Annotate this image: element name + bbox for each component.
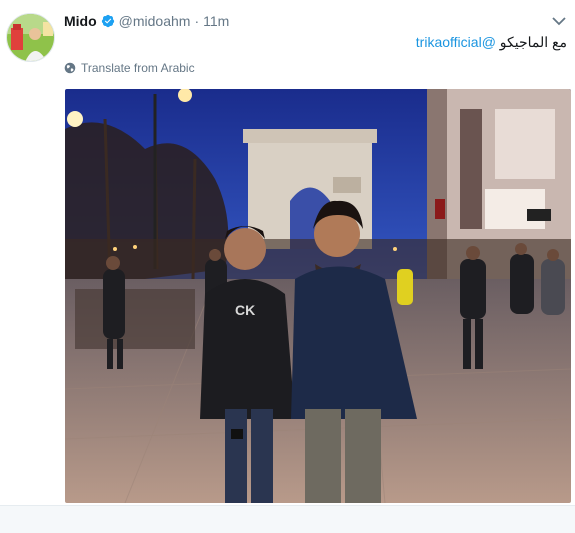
tweet-photo[interactable]: CK bbox=[65, 89, 571, 503]
tweet-text-arabic: مع الماجيكو bbox=[495, 34, 567, 50]
globe-icon bbox=[64, 62, 76, 74]
chevron-down-icon[interactable] bbox=[551, 14, 567, 28]
author-handle[interactable]: @midoahm bbox=[119, 13, 191, 29]
translate-label: Translate from Arabic bbox=[81, 61, 195, 75]
tweet-card[interactable]: Mido @midoahm · 11m مع الماجيكو @trikaof… bbox=[0, 0, 575, 505]
svg-text:CK: CK bbox=[235, 302, 255, 318]
tweet-header: Mido @midoahm · 11m bbox=[64, 12, 229, 30]
author-name[interactable]: Mido bbox=[64, 13, 97, 29]
translate-link[interactable]: Translate from Arabic bbox=[64, 61, 195, 75]
separator-dot: · bbox=[194, 13, 200, 29]
mention-link[interactable]: @trikaofficial bbox=[416, 34, 496, 50]
timestamp[interactable]: 11m bbox=[203, 13, 229, 29]
tweet-text: مع الماجيكو @trikaofficial bbox=[416, 34, 567, 51]
avatar[interactable] bbox=[6, 13, 55, 62]
verified-badge-icon bbox=[101, 14, 115, 28]
tweet-actions-bar bbox=[0, 505, 575, 533]
